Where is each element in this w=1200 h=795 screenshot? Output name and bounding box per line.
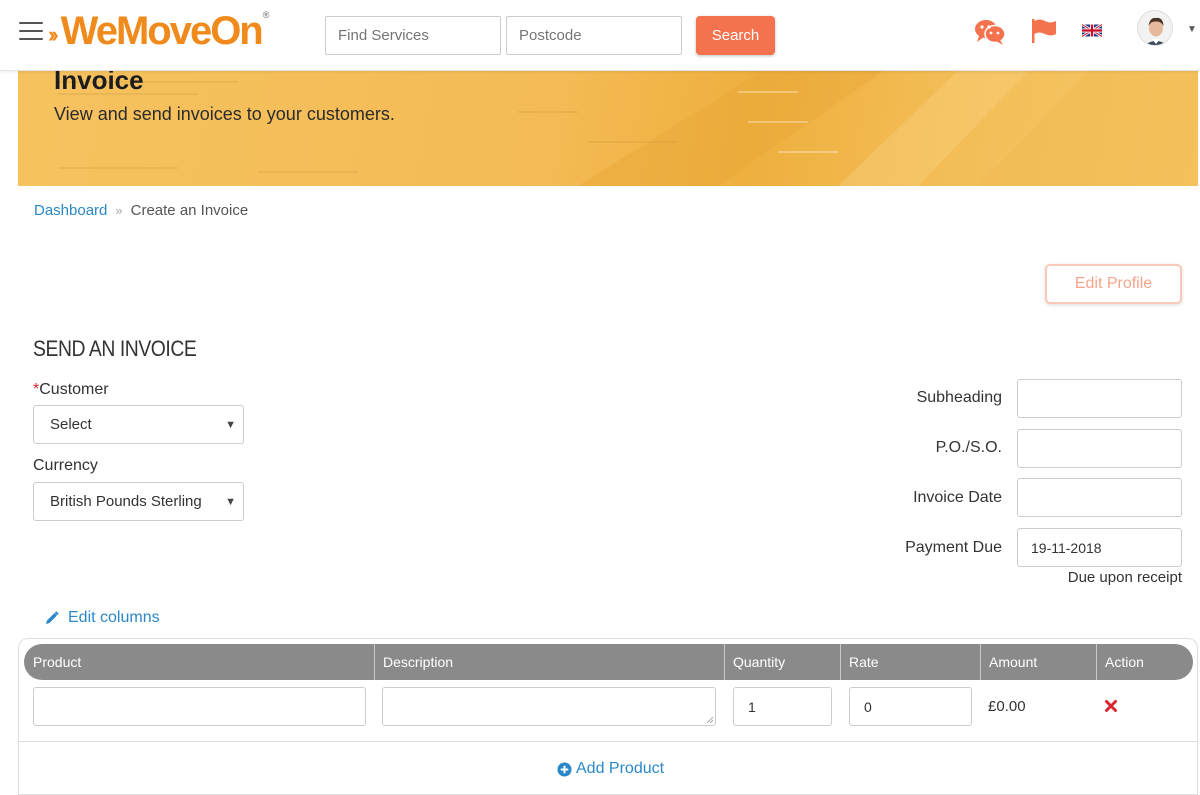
currency-select-value: British Pounds Sterling [50,493,202,510]
column-header-quantity: Quantity [733,654,786,670]
column-header-action: Action [1105,654,1144,670]
logo-registered-mark: ® [262,10,270,20]
rate-input[interactable]: 0 [849,687,972,726]
column-header-amount: Amount [989,654,1038,670]
edit-columns-link[interactable]: Edit columns [45,609,160,627]
description-textarea[interactable] [382,687,716,726]
resize-grip-icon[interactable] [707,717,713,723]
column-header-product: Product [33,654,82,670]
find-services-input[interactable] [325,16,501,55]
delete-row-icon[interactable] [1104,699,1118,713]
page-subtitle: View and send invoices to your customers… [54,104,395,124]
postcode-input[interactable] [506,16,682,55]
payment-due-label: Payment Due [905,539,1002,556]
chat-icon[interactable] [974,18,1006,46]
customer-label-text: Customer [39,381,109,398]
currency-label: Currency [33,457,98,474]
pencil-icon [46,611,59,624]
table-header: Product Description Quantity Rate Amount… [24,644,1193,680]
payment-due-input[interactable]: 19-11-2018 [1017,528,1182,567]
customer-select[interactable]: Select ▼ [33,405,244,444]
edit-columns-label: Edit columns [68,609,160,626]
breadcrumb: Dashboard » Create an Invoice [34,202,248,219]
flag-icon[interactable] [1031,18,1057,44]
subheading-label: Subheading [916,389,1002,406]
uk-flag-icon[interactable] [1082,24,1102,37]
invoice-date-input[interactable] [1017,478,1182,517]
product-input[interactable] [33,687,366,726]
dropdown-caret-icon: ▼ [225,419,236,431]
breadcrumb-separator-icon: » [115,203,123,218]
page-title: Invoice [54,71,144,95]
currency-select[interactable]: British Pounds Sterling ▼ [33,482,244,521]
payment-due-note: Due upon receipt [1067,569,1182,586]
logo-word-on: On [210,8,264,53]
chevron-down-icon[interactable]: ▼ [1187,24,1197,35]
row-divider [19,741,1197,742]
page-banner: Invoice View and send invoices to your c… [18,71,1198,186]
customer-select-value: Select [50,416,92,433]
logo-word-we: We [60,8,118,53]
breadcrumb-current: Create an Invoice [130,202,249,219]
po-so-input[interactable] [1017,429,1182,468]
plus-circle-icon [557,761,572,777]
dropdown-caret-icon: ▼ [225,496,236,508]
edit-profile-button[interactable]: Edit Profile [1045,264,1182,304]
amount-value: £0.00 [988,698,1026,715]
hamburger-menu-icon[interactable] [19,20,43,42]
quantity-input[interactable]: 1 [733,687,832,726]
add-product-label: Add Product [576,760,665,777]
top-navigation-bar: ›› WeMoveOn ® Search ▼ [0,0,1200,71]
invoice-date-label: Invoice Date [913,489,1002,506]
breadcrumb-dashboard-link[interactable]: Dashboard [34,202,107,219]
form-section-title: SEND AN INVOICE [33,336,197,361]
column-header-description: Description [383,654,454,670]
customer-label: *Customer [33,381,109,399]
po-so-label: P.O./S.O. [935,439,1002,456]
search-button[interactable]: Search [696,16,775,55]
subheading-input[interactable] [1017,379,1182,418]
add-product-button[interactable]: Add Product [557,760,664,778]
logo-word-move: Move [115,8,212,53]
banner-background-image [58,71,1198,186]
wemoveon-logo[interactable]: ›› WeMoveOn ® [48,6,269,56]
user-avatar[interactable] [1137,10,1173,46]
logo-arrows-icon: ›› [48,22,58,47]
column-header-rate: Rate [849,654,879,670]
